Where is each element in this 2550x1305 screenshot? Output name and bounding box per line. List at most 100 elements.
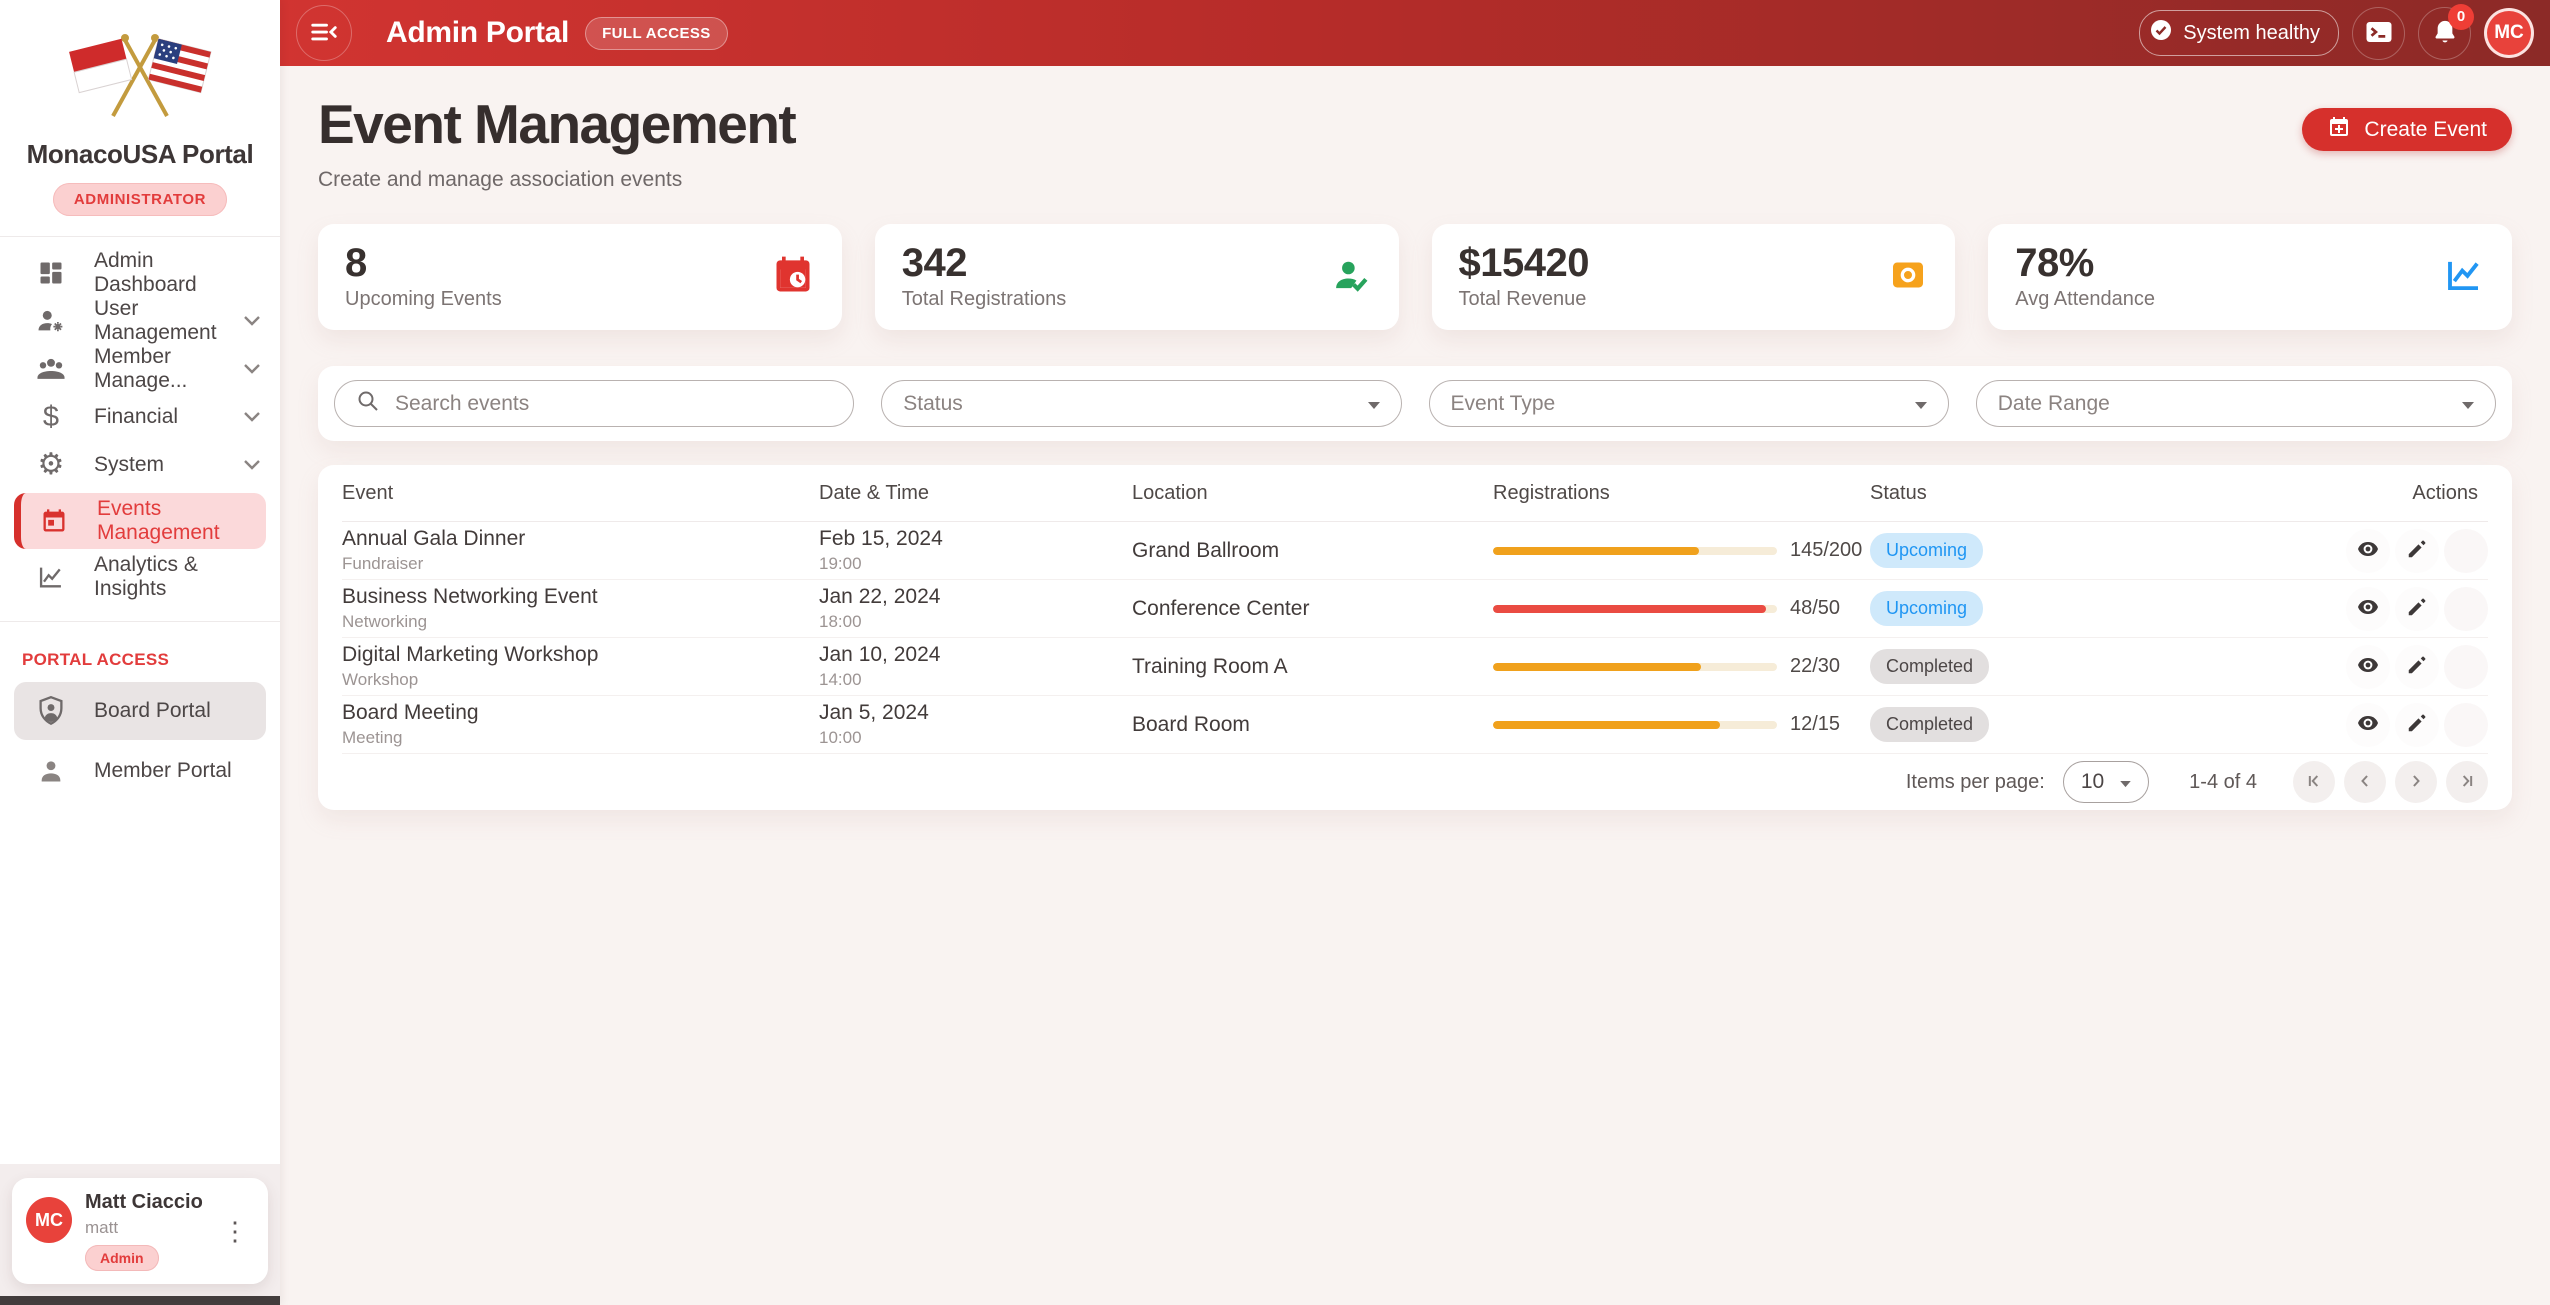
- items-per-page-select[interactable]: 10: [2063, 761, 2149, 803]
- stat-label: Total Revenue: [1459, 288, 1589, 311]
- stat-value: 78%: [2015, 241, 2155, 286]
- view-button[interactable]: [2346, 645, 2390, 689]
- registrations-progress-fill: [1493, 547, 1699, 555]
- event-category: Networking: [342, 612, 819, 632]
- pencil-icon: [2406, 654, 2428, 679]
- sidebar-item-events-management[interactable]: Events Management: [14, 493, 266, 549]
- edit-button[interactable]: [2395, 703, 2439, 747]
- pagination-range-label: 1-4 of 4: [2189, 771, 2257, 794]
- last-page-button[interactable]: [2446, 761, 2488, 803]
- event-name: Business Networking Event: [342, 585, 819, 609]
- sidebar-item-admin-dashboard[interactable]: Admin Dashboard: [0, 249, 280, 297]
- pager-controls: [2293, 761, 2488, 803]
- administrator-badge: ADMINISTRATOR: [53, 183, 227, 216]
- sidebar-item-member-portal[interactable]: Member Portal: [0, 746, 280, 796]
- page-content: Event Management Create and manage assoc…: [280, 66, 2550, 1305]
- table-pagination: Items per page: 10 1-4 of 4: [342, 754, 2488, 810]
- person-check-icon: [1330, 254, 1372, 301]
- previous-page-button[interactable]: [2344, 761, 2386, 803]
- status-cell: Upcoming: [1870, 533, 2330, 568]
- sidebar-user-section: MC Matt Ciaccio matt Admin ⋮: [0, 1164, 280, 1296]
- chevron-down-icon: [242, 411, 262, 423]
- more-action-button[interactable]: [2444, 529, 2488, 573]
- pencil-icon: [2406, 596, 2428, 621]
- stat-card-avg-attendance: 78% Avg Attendance: [1988, 224, 2512, 330]
- stat-text: 342 Total Registrations: [902, 239, 1067, 315]
- more-action-button[interactable]: [2444, 587, 2488, 631]
- topbar-avatar[interactable]: MC: [2484, 8, 2534, 58]
- chevron-right-icon: [2406, 771, 2426, 794]
- search-events-field[interactable]: [334, 380, 854, 427]
- view-button[interactable]: [2346, 703, 2390, 747]
- crossed-flags-logo: [0, 26, 280, 127]
- actions-cell: [2330, 529, 2488, 573]
- event-type-filter-dropdown[interactable]: Event Type: [1429, 380, 1949, 427]
- status-filter-dropdown[interactable]: Status: [881, 380, 1401, 427]
- registrations-cell: 12/15: [1493, 713, 1870, 736]
- terminal-icon: [2364, 17, 2394, 50]
- eye-icon: [2356, 653, 2380, 680]
- event-category: Fundraiser: [342, 554, 819, 574]
- payments-icon: [1888, 255, 1928, 300]
- menu-open-icon: [309, 17, 339, 50]
- more-action-button[interactable]: [2444, 645, 2488, 689]
- person-icon: [34, 757, 68, 785]
- more-action-button[interactable]: [2444, 703, 2488, 747]
- sidebar-item-user-management[interactable]: User Management: [0, 297, 280, 345]
- chevron-down-icon: [242, 459, 262, 471]
- items-per-page-value: 10: [2081, 770, 2104, 794]
- shield-person-icon: [34, 696, 68, 726]
- menu-toggle-button[interactable]: [296, 5, 352, 61]
- calendar-plus-icon: [2327, 115, 2351, 145]
- stat-text: 78% Avg Attendance: [2015, 239, 2155, 315]
- edit-button[interactable]: [2395, 529, 2439, 573]
- portal-title: MonacoUSA Portal: [0, 139, 280, 170]
- system-health-chip: System healthy: [2139, 10, 2339, 56]
- edit-button[interactable]: [2395, 587, 2439, 631]
- terminal-button[interactable]: [2352, 7, 2405, 60]
- event-name: Annual Gala Dinner: [342, 527, 819, 551]
- eye-icon: [2356, 537, 2380, 564]
- sidebar-item-analytics-insights[interactable]: Analytics & Insights: [0, 553, 280, 601]
- view-button[interactable]: [2346, 529, 2390, 573]
- stat-card-upcoming-events: 8 Upcoming Events: [318, 224, 842, 330]
- sidebar: MonacoUSA Portal ADMINISTRATOR Admin Das…: [0, 0, 280, 1305]
- user-card[interactable]: MC Matt Ciaccio matt Admin ⋮: [12, 1178, 268, 1284]
- search-input[interactable]: [393, 391, 832, 417]
- full-access-badge: FULL ACCESS: [585, 17, 728, 50]
- next-page-button[interactable]: [2395, 761, 2437, 803]
- topbar-title: Admin Portal: [386, 16, 569, 50]
- event-name: Board Meeting: [342, 701, 819, 725]
- registrations-progress-track: [1493, 605, 1777, 613]
- search-icon: [356, 389, 380, 419]
- event-date: Jan 5, 2024: [819, 701, 1132, 725]
- notifications-button[interactable]: 0: [2418, 7, 2471, 60]
- status-badge: Upcoming: [1870, 591, 1983, 626]
- actions-cell: [2330, 645, 2488, 689]
- sidebar-item-financial[interactable]: $ Financial: [0, 393, 280, 441]
- view-button[interactable]: [2346, 587, 2390, 631]
- date-cell: Jan 10, 2024 14:00: [819, 643, 1132, 690]
- event-cell: Board Meeting Meeting: [342, 701, 819, 748]
- chevron-left-icon: [2355, 771, 2375, 794]
- sidebar-item-member-management[interactable]: Member Manage...: [0, 345, 280, 393]
- create-event-button[interactable]: Create Event: [2302, 108, 2512, 151]
- sidebar-item-label: Financial: [94, 405, 178, 429]
- user-meta: Matt Ciaccio matt Admin: [85, 1191, 203, 1271]
- user-menu-kebab-icon[interactable]: ⋮: [216, 1214, 254, 1248]
- check-circle-icon: [2149, 18, 2173, 48]
- column-header-actions: Actions: [2330, 482, 2488, 505]
- registrations-progress-track: [1493, 547, 1777, 555]
- analytics-icon: [34, 563, 68, 591]
- sidebar-item-system[interactable]: ⚙ System: [0, 441, 280, 489]
- date-range-filter-dropdown[interactable]: Date Range: [1976, 380, 2496, 427]
- event-time: 18:00: [819, 612, 1132, 632]
- user-settings-icon: [34, 306, 68, 336]
- sidebar-item-board-portal[interactable]: Board Portal: [14, 682, 266, 740]
- edit-button[interactable]: [2395, 645, 2439, 689]
- status-cell: Completed: [1870, 649, 2330, 684]
- sidebar-item-label: Events Management: [97, 497, 254, 545]
- actions-cell: [2330, 587, 2488, 631]
- first-page-button[interactable]: [2293, 761, 2335, 803]
- status-badge: Completed: [1870, 707, 1989, 742]
